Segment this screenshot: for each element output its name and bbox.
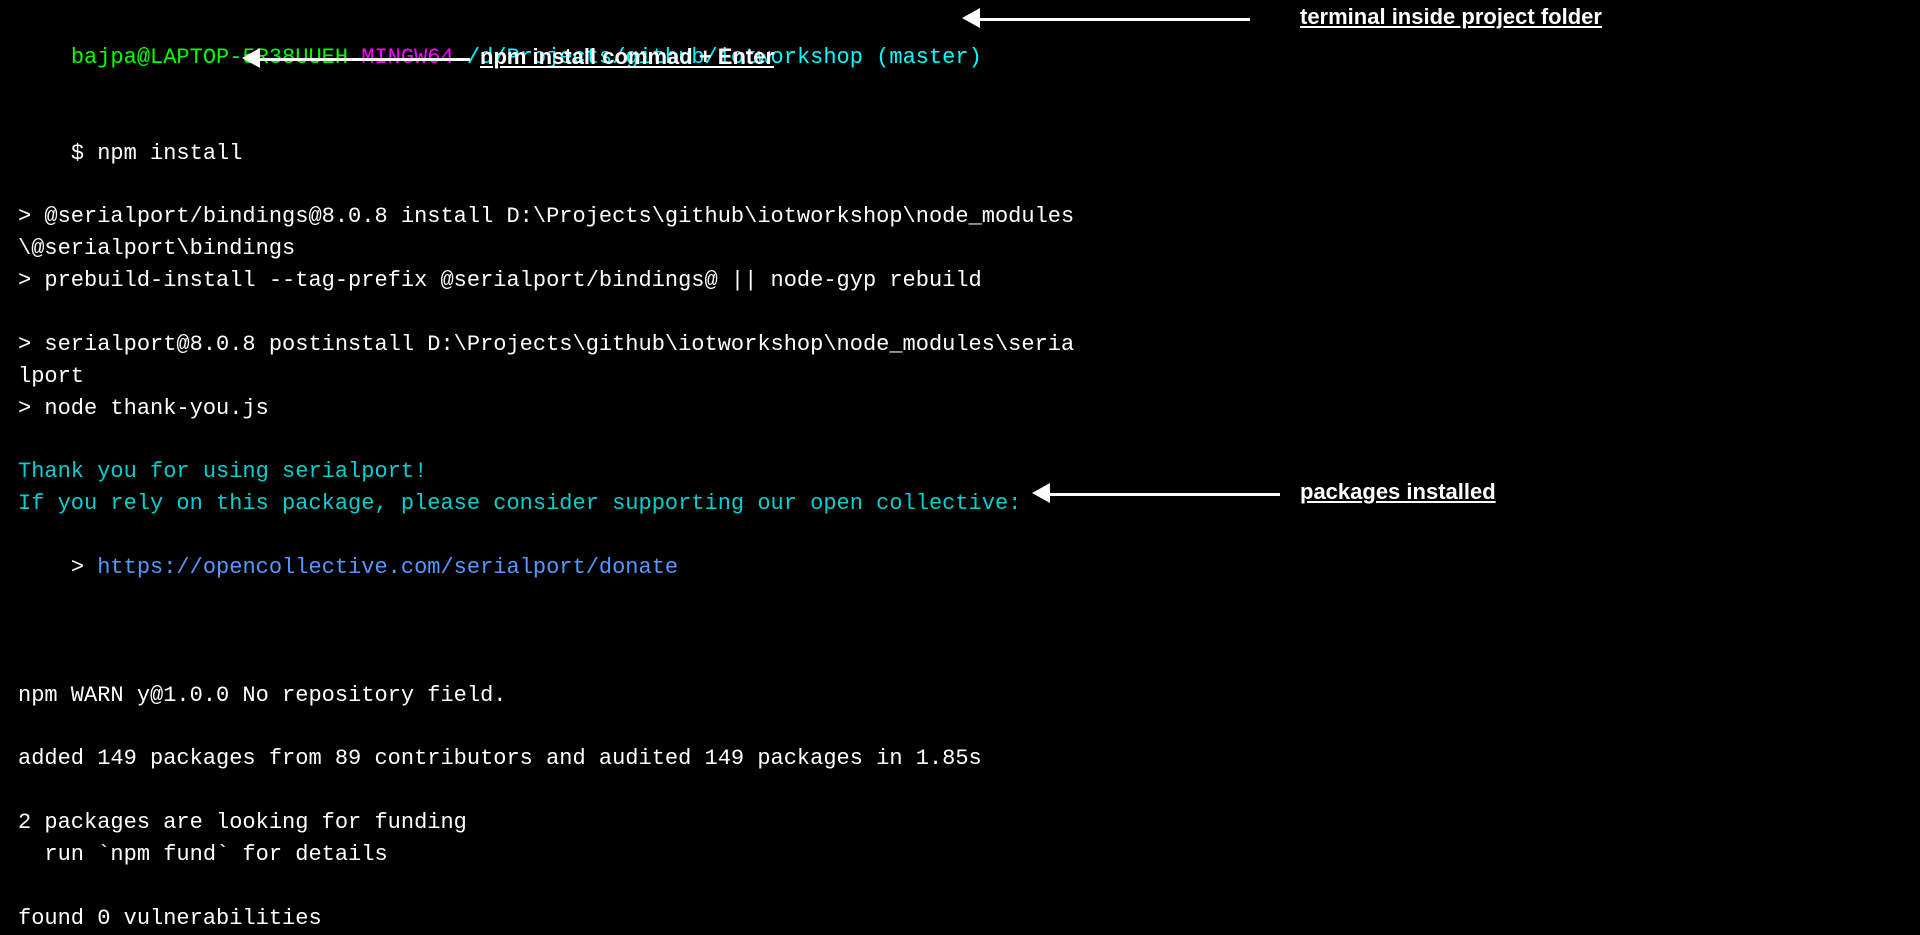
empty-line-2: [18, 425, 1902, 457]
output-line-3: > prebuild-install --tag-prefix @serialp…: [18, 265, 1902, 297]
empty-line-3: [18, 616, 1902, 648]
output-line-8: > node thank-you.js: [18, 393, 1902, 425]
empty-line-4: [18, 648, 1902, 680]
donate-link: https://opencollective.com/serialport/do…: [97, 555, 678, 580]
if-you-rely-line: If you rely on this package, please cons…: [18, 488, 1902, 520]
prompt-branch: (master): [876, 45, 982, 70]
empty-line-1: [18, 297, 1902, 329]
output-line-7: lport: [18, 361, 1902, 393]
empty-line-6: [18, 775, 1902, 807]
thank-you-line: Thank you for using serialport!: [18, 456, 1902, 488]
empty-line-5: [18, 712, 1902, 744]
output-line-6: > serialport@8.0.8 postinstall D:\Projec…: [18, 329, 1902, 361]
funding-line-1: 2 packages are looking for funding: [18, 807, 1902, 839]
npm-install-label: npm install commad + Enter: [480, 44, 774, 70]
terminal-window: bajpa@LAPTOP-5R38UUEH MINGW64 /d/Project…: [0, 0, 1920, 793]
empty-line-7: [18, 871, 1902, 903]
packages-arrow-line: [1040, 493, 1280, 496]
terminal-arrow-head: [962, 8, 980, 28]
output-line-1: > @serialport/bindings@8.0.8 install D:\…: [18, 201, 1902, 233]
terminal-arrow-line: [970, 18, 1250, 21]
funding-line-2: run `npm fund` for details: [18, 839, 1902, 871]
output-line-2: \@serialport\bindings: [18, 233, 1902, 265]
terminal-folder-label: terminal inside project folder: [1300, 4, 1602, 30]
vulnerabilities-line: found 0 vulnerabilities: [18, 903, 1902, 935]
added-packages-line: added 149 packages from 89 contributors …: [18, 743, 1902, 775]
npm-install-cmd: $ npm install: [71, 141, 243, 166]
donate-link-line: > https://opencollective.com/serialport/…: [18, 520, 1902, 616]
packages-arrow-head: [1032, 483, 1050, 503]
npm-arrow-head: [242, 48, 260, 68]
npm-warn-line: npm WARN y@1.0.0 No repository field.: [18, 680, 1902, 712]
packages-installed-label: packages installed: [1300, 479, 1496, 505]
npm-arrow-line: [250, 58, 470, 61]
npm-install-line: $ npm install: [18, 106, 1902, 202]
